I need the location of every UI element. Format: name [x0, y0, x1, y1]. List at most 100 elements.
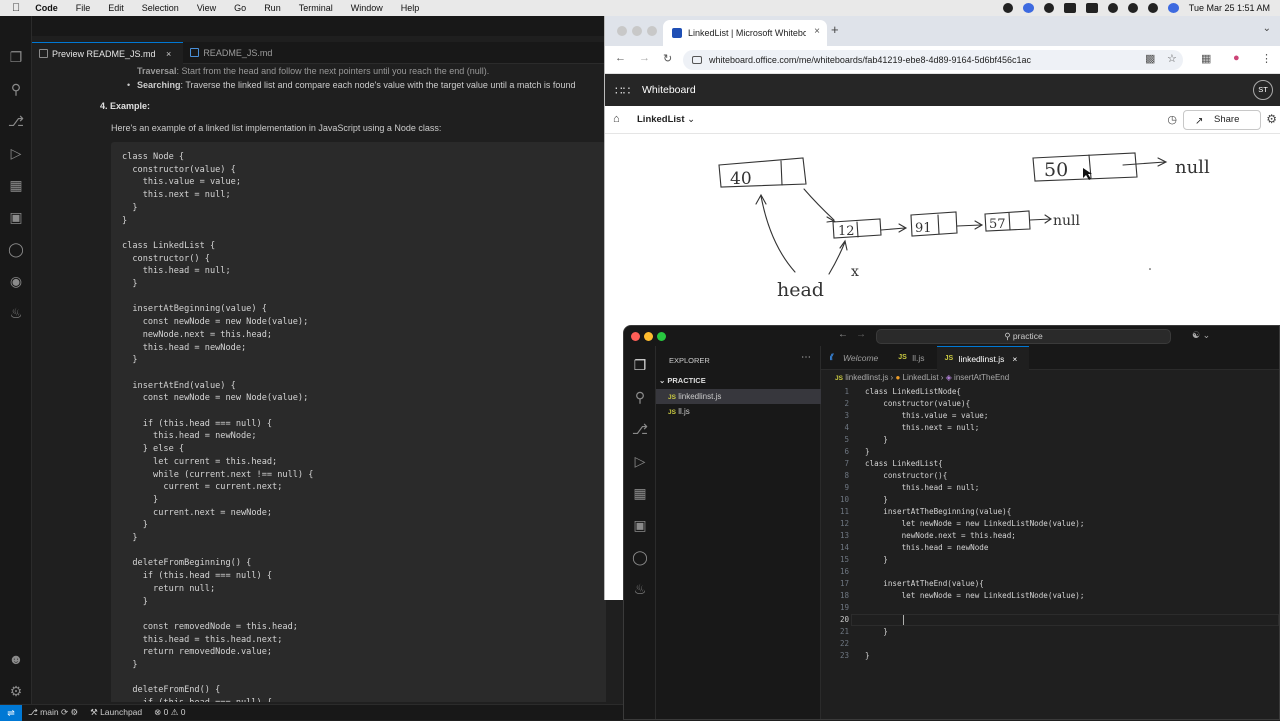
settings-gear-icon[interactable]: ⚙: [1266, 112, 1277, 126]
timeline-icon[interactable]: ◯: [631, 548, 649, 566]
menu-run[interactable]: Run: [255, 3, 290, 13]
tab-linkedlinst-js[interactable]: JS linkedlinst.js ×: [936, 346, 1030, 370]
menu-terminal[interactable]: Terminal: [290, 3, 342, 13]
wifi-icon[interactable]: [1107, 3, 1118, 13]
docker-icon[interactable]: ♨: [631, 580, 649, 598]
forward-arrow-icon[interactable]: →: [856, 329, 866, 340]
zoom-window-button[interactable]: [647, 26, 657, 36]
user-avatar[interactable]: ST: [1253, 80, 1273, 100]
settings-gear-icon[interactable]: ⚙: [7, 682, 25, 700]
explorer-icon[interactable]: ❐: [7, 48, 25, 66]
minimize-window-button[interactable]: [644, 332, 653, 341]
run-debug-icon[interactable]: ▷: [631, 452, 649, 470]
source-control-icon[interactable]: ⎇: [631, 420, 649, 438]
new-tab-button[interactable]: +: [831, 22, 839, 37]
spotlight-icon[interactable]: [1127, 3, 1138, 13]
more-actions-icon[interactable]: ⋯: [801, 352, 811, 363]
back-arrow-icon[interactable]: ←: [615, 52, 626, 64]
run-debug-icon[interactable]: ▷: [7, 144, 25, 162]
gitlens-icon[interactable]: ◉: [7, 272, 25, 290]
line-number: 23: [839, 651, 849, 660]
close-window-button[interactable]: [617, 26, 627, 36]
browser-menu-icon[interactable]: ⋮: [1261, 52, 1272, 65]
code-line: return removedNode.value;: [122, 647, 273, 658]
profile-avatar-icon[interactable]: ●: [1233, 52, 1240, 64]
extensions-icon[interactable]: ▦: [631, 484, 649, 502]
tab-ll-js[interactable]: JS ll.js: [890, 346, 936, 370]
docker-icon[interactable]: ♨: [7, 304, 25, 322]
reload-icon[interactable]: ↻: [663, 52, 672, 65]
remote-explorer-icon[interactable]: ▣: [7, 208, 25, 226]
code-line: if (this.head === null) {: [122, 418, 273, 429]
home-icon[interactable]: ⌂: [613, 113, 620, 125]
search-icon[interactable]: ⚲: [631, 388, 649, 406]
zoom-window-button[interactable]: [657, 332, 666, 341]
menu-bar:  Code File Edit Selection View Go Run T…: [0, 0, 1280, 16]
apple-icon[interactable]: : [0, 2, 26, 14]
timeline-icon[interactable]: ◯: [7, 240, 25, 258]
site-info-icon[interactable]: [692, 56, 702, 64]
tab-search-chevron-icon[interactable]: ⌄: [1263, 23, 1271, 34]
control-center-icon[interactable]: [1147, 3, 1158, 13]
remote-explorer-icon[interactable]: ▣: [631, 516, 649, 534]
menu-go[interactable]: Go: [225, 3, 255, 13]
copilot-icon[interactable]: ☯ ⌄: [1192, 330, 1210, 341]
menu-app-name[interactable]: Code: [26, 3, 67, 13]
tab-welcome[interactable]: ⟪ Welcome: [821, 346, 890, 370]
address-bar[interactable]: whiteboard.office.com/me/whiteboards/fab…: [683, 50, 1183, 70]
code-line: this.head = newNode;: [122, 342, 247, 353]
menu-clock[interactable]: Tue Mar 25 1:51 AM: [1189, 3, 1270, 13]
browser-tab-whiteboard[interactable]: LinkedList | Microsoft Whiteboard ×: [663, 20, 827, 46]
close-icon[interactable]: ×: [166, 49, 171, 59]
close-tab-icon[interactable]: ×: [814, 26, 820, 37]
breadcrumb-class[interactable]: LinkedList: [903, 373, 939, 382]
battery-icon[interactable]: [1085, 3, 1098, 13]
install-app-icon[interactable]: ▩: [1145, 52, 1155, 65]
class-symbol-icon: ●: [895, 373, 901, 382]
menu-selection[interactable]: Selection: [133, 3, 188, 13]
file-ll[interactable]: JS ll.js: [656, 404, 821, 419]
back-arrow-icon[interactable]: ←: [838, 329, 848, 340]
launchpad-status[interactable]: ⚒ Launchpad: [84, 707, 148, 718]
command-center-search[interactable]: ⚲ practice: [876, 329, 1171, 344]
code-editor[interactable]: 1 class LinkedListNode{2 constructor(valu…: [821, 386, 1279, 719]
forward-arrow-icon[interactable]: →: [639, 52, 650, 64]
tab-readme[interactable]: README_JS.md: [183, 42, 284, 64]
breadcrumb-file[interactable]: linkedlinst.js: [845, 373, 888, 382]
breadcrumb-method[interactable]: insertAtTheEnd: [954, 373, 1009, 382]
menu-window[interactable]: Window: [342, 3, 392, 13]
menu-file[interactable]: File: [67, 3, 100, 13]
menu-edit[interactable]: Edit: [99, 3, 133, 13]
account-icon[interactable]: ☻: [7, 650, 25, 668]
record-icon[interactable]: [1002, 3, 1013, 13]
app-launcher-icon[interactable]: ∷∷: [615, 84, 630, 98]
js-file-icon: JS: [668, 409, 676, 416]
errors-count: 0: [163, 707, 169, 717]
extensions-puzzle-icon[interactable]: ▦: [1201, 52, 1211, 65]
zoom-icon[interactable]: [1022, 3, 1034, 13]
close-window-button[interactable]: [631, 332, 640, 341]
remote-indicator-icon[interactable]: ⇌: [0, 704, 22, 721]
close-icon[interactable]: ×: [1012, 354, 1017, 364]
board-name[interactable]: LinkedList ⌄: [637, 114, 695, 125]
minimize-window-button[interactable]: [632, 26, 642, 36]
timer-icon[interactable]: ◷: [1167, 113, 1177, 126]
branch-status[interactable]: ⎇ main ⟳ ⚙: [22, 707, 84, 718]
folder-practice[interactable]: ⌄ PRACTICE: [656, 374, 821, 388]
text-cursor: [903, 615, 904, 625]
file-linkedlinst[interactable]: JS linkedlinst.js: [656, 389, 821, 404]
search-icon[interactable]: ⚲: [7, 80, 25, 98]
text-input-icon[interactable]: [1063, 3, 1076, 13]
bookmark-star-icon[interactable]: ☆: [1167, 52, 1177, 65]
extensions-icon[interactable]: ▦: [7, 176, 25, 194]
problems-status[interactable]: ⊗ 0 ⚠ 0: [148, 707, 191, 718]
location-icon[interactable]: [1043, 3, 1054, 13]
share-button[interactable]: ↗ Share: [1183, 110, 1261, 130]
source-control-icon[interactable]: ⎇: [7, 112, 25, 130]
menu-view[interactable]: View: [188, 3, 225, 13]
tab-preview-readme[interactable]: Preview README_JS.md ×: [32, 42, 184, 64]
menu-help[interactable]: Help: [392, 3, 429, 13]
explorer-icon[interactable]: ❐: [631, 356, 649, 374]
siri-icon[interactable]: [1167, 3, 1179, 13]
